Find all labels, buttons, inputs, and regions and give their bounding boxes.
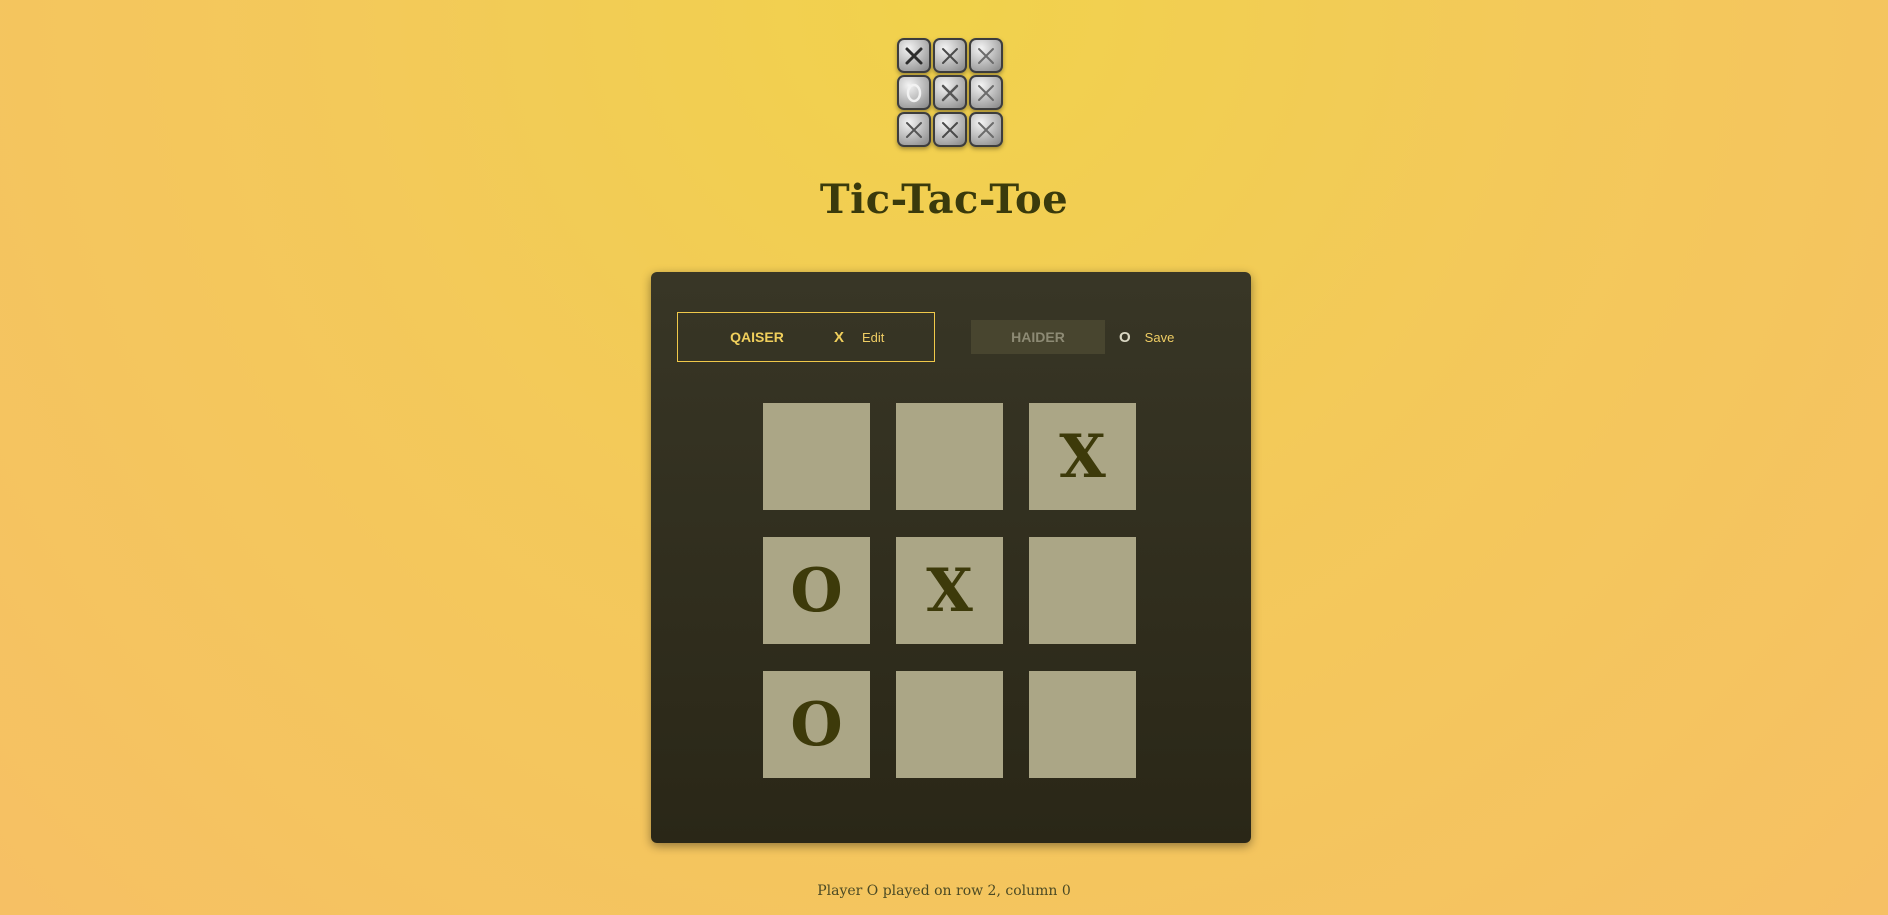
player-name: QAISER bbox=[730, 329, 784, 345]
logo-x-icon bbox=[969, 112, 1003, 147]
player-symbol: O bbox=[1119, 328, 1131, 346]
logo-x-icon bbox=[933, 112, 967, 147]
game-logo bbox=[895, 36, 1011, 156]
logo-o-icon bbox=[897, 75, 931, 110]
page-title: Tic-Tac-Toe bbox=[819, 176, 1069, 223]
logo-x-icon bbox=[969, 75, 1003, 110]
board-cell[interactable]: X bbox=[1029, 403, 1136, 510]
logo-x-icon bbox=[933, 38, 967, 73]
board-cell[interactable]: O bbox=[763, 537, 870, 644]
board-cell[interactable] bbox=[1029, 537, 1136, 644]
logo-x-icon bbox=[933, 75, 967, 110]
board-cell[interactable]: X bbox=[896, 537, 1003, 644]
edit-button[interactable]: Edit bbox=[860, 328, 886, 347]
game-board: X O X O bbox=[763, 403, 1136, 778]
player-symbol: X bbox=[834, 328, 845, 346]
board-cell[interactable] bbox=[1029, 671, 1136, 778]
save-button[interactable]: Save bbox=[1143, 328, 1177, 347]
logo-x-icon bbox=[897, 112, 931, 147]
game-log: Player O played on row 2, column 0 bbox=[817, 883, 1071, 899]
player-x-active: QAISER X Edit bbox=[677, 312, 935, 362]
board-cell[interactable] bbox=[763, 403, 870, 510]
player-name-input[interactable] bbox=[971, 320, 1105, 354]
logo-x-icon bbox=[897, 38, 931, 73]
board-cell[interactable]: O bbox=[763, 671, 870, 778]
logo-x-icon bbox=[969, 38, 1003, 73]
player-o: O Save bbox=[971, 312, 1176, 362]
game-panel: QAISER X Edit O Save X O X O bbox=[651, 272, 1251, 843]
board-cell[interactable] bbox=[896, 671, 1003, 778]
board-cell[interactable] bbox=[896, 403, 1003, 510]
